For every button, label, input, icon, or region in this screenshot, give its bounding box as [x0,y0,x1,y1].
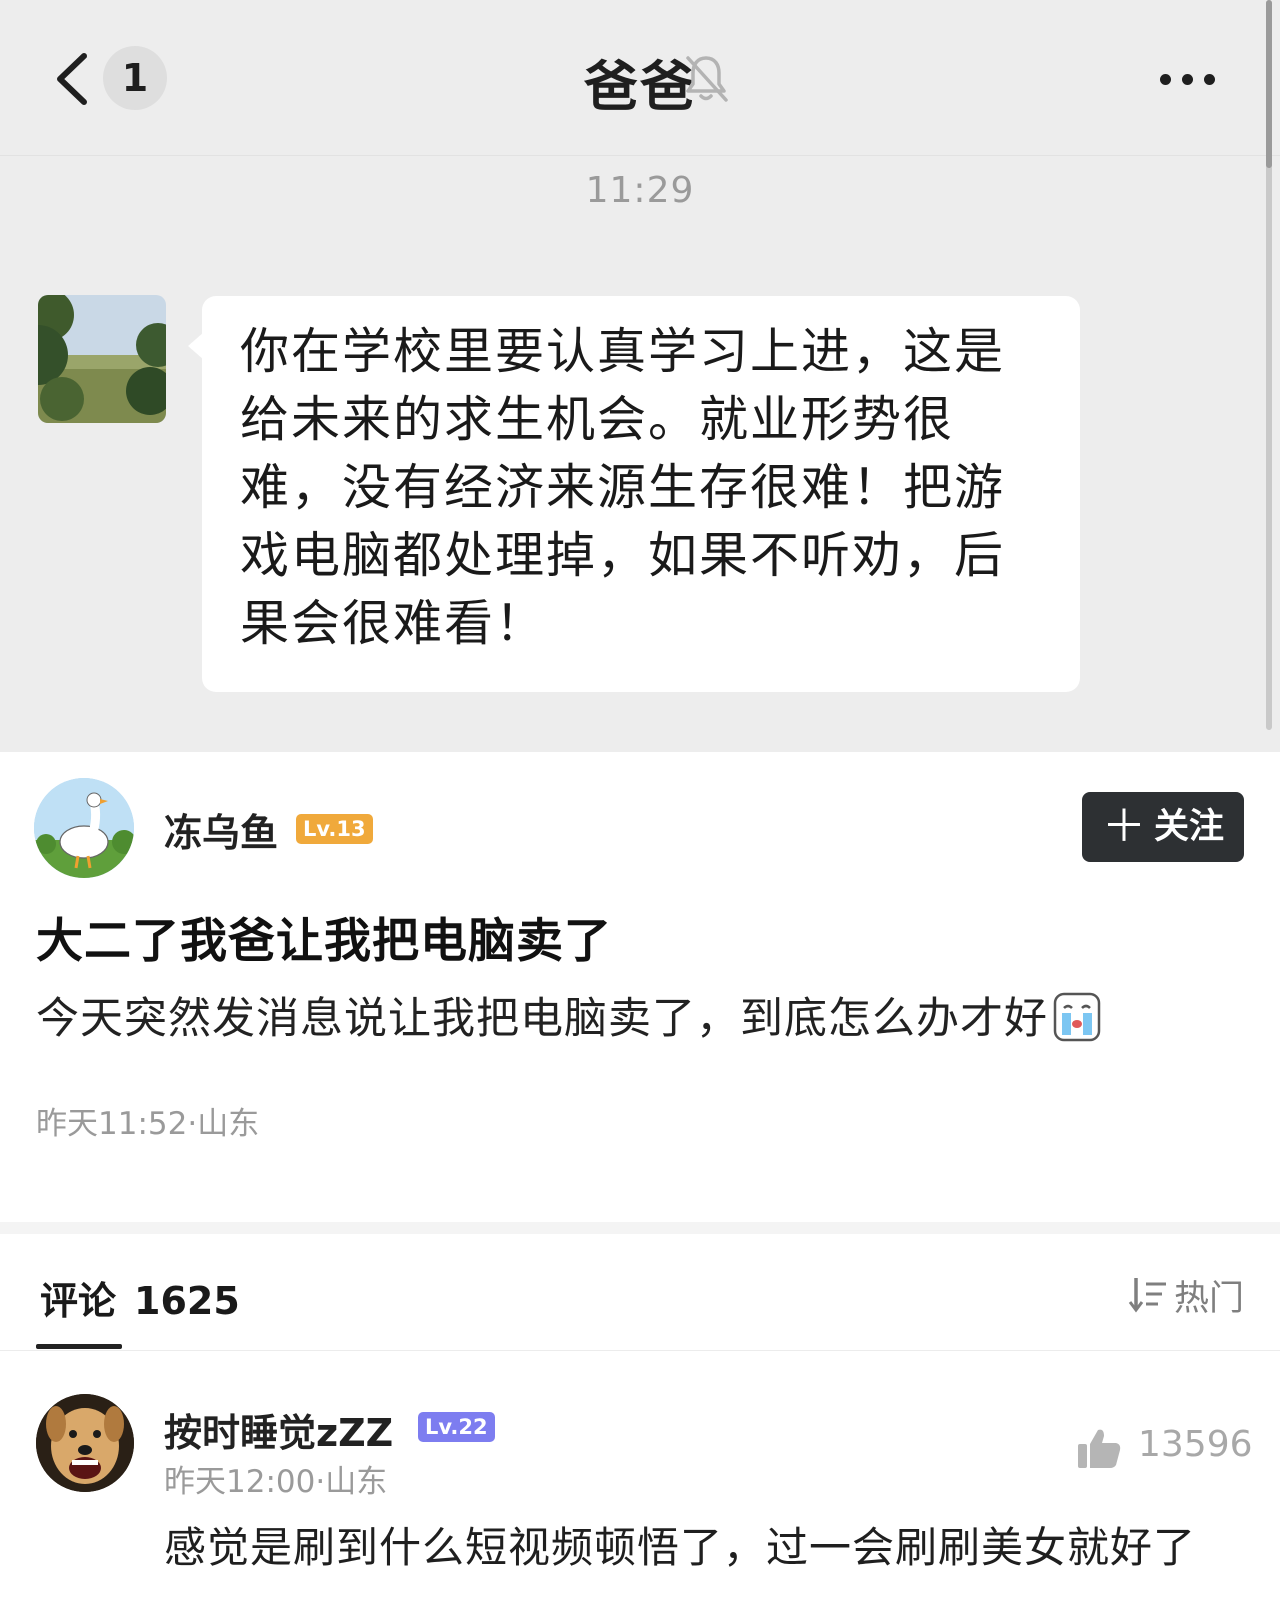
crying-emoji-icon [1053,992,1101,1042]
post: 冻乌鱼 Lv.13 ＋关注 大二了我爸让我把电脑卖了 今天突然发消息说让我把电脑… [0,752,1280,1222]
more-dots-icon [1160,74,1171,85]
comment-text: 感觉是刷到什么短视频顿悟了，过一会刷刷美女就好了 [164,1523,1197,1572]
chat-screenshot: 1 爸爸 11:29 你在学校里要认真学习上进，这是给未来的求生机会。就业形势很… [0,0,1280,752]
back-button[interactable] [44,44,104,114]
comments-section: 评论 1625 热门 按时睡觉zZZ Lv.22 昨天12:00·山东 1359… [0,1234,1280,1598]
scrollbar[interactable] [1266,0,1272,730]
comments-count: 1625 [134,1279,240,1323]
chat-title: 爸爸 [584,55,696,118]
tab-divider [0,1350,1280,1351]
post-body-text: 今天突然发消息说让我把电脑卖了，到底怎么办才好 [36,994,1048,1044]
thumbs-up-icon[interactable] [1076,1426,1122,1472]
author-name[interactable]: 冻乌鱼 [164,802,278,857]
comment-meta: 昨天12:00·山东 [164,1464,388,1500]
like-count: 13596 [1138,1424,1253,1465]
author-level-badge: Lv.13 [296,814,373,844]
post-title: 大二了我爸让我把电脑卖了 [36,914,612,969]
section-divider [0,1222,1280,1234]
commenter-level-badge: Lv.22 [418,1412,495,1442]
commenter-name[interactable]: 按时睡觉zZZ [164,1402,393,1457]
plus-icon: ＋ [1101,801,1146,852]
sort-icon [1128,1278,1166,1313]
author-avatar[interactable] [34,778,134,878]
tab-active-indicator [36,1344,122,1349]
chevron-left-icon [57,53,87,105]
sort-label: 热门 [1174,1279,1245,1319]
follow-button[interactable]: ＋关注 [1082,792,1244,862]
chat-header: 1 爸爸 [0,0,1280,156]
post-body: 今天突然发消息说让我把电脑卖了，到底怎么办才好 [36,984,1102,1046]
goose-avatar-image [34,778,134,878]
bell-off-icon [686,56,728,102]
scrollbar-thumb[interactable] [1266,0,1272,168]
message-text: 你在学校里要认真学习上进，这是给未来的求生机会。就业形势很难，没有经济来源生存很… [240,323,1006,652]
sender-avatar[interactable] [38,295,166,423]
more-button[interactable] [1156,60,1220,96]
follow-label: 关注 [1153,807,1224,847]
post-meta: 昨天11:52·山东 [36,1106,260,1142]
commenter-avatar[interactable] [36,1394,134,1492]
comments-tab-label: 评论 [40,1279,117,1323]
message-bubble[interactable]: 你在学校里要认真学习上进，这是给未来的求生机会。就业形势很难，没有经济来源生存很… [188,296,1080,692]
dog-avatar-image [36,1394,134,1492]
landscape-avatar-image [38,295,166,423]
message-timestamp: 11:29 [585,170,695,211]
tab-comments[interactable]: 评论 1625 [40,1270,240,1325]
unread-badge: 1 [103,46,167,110]
